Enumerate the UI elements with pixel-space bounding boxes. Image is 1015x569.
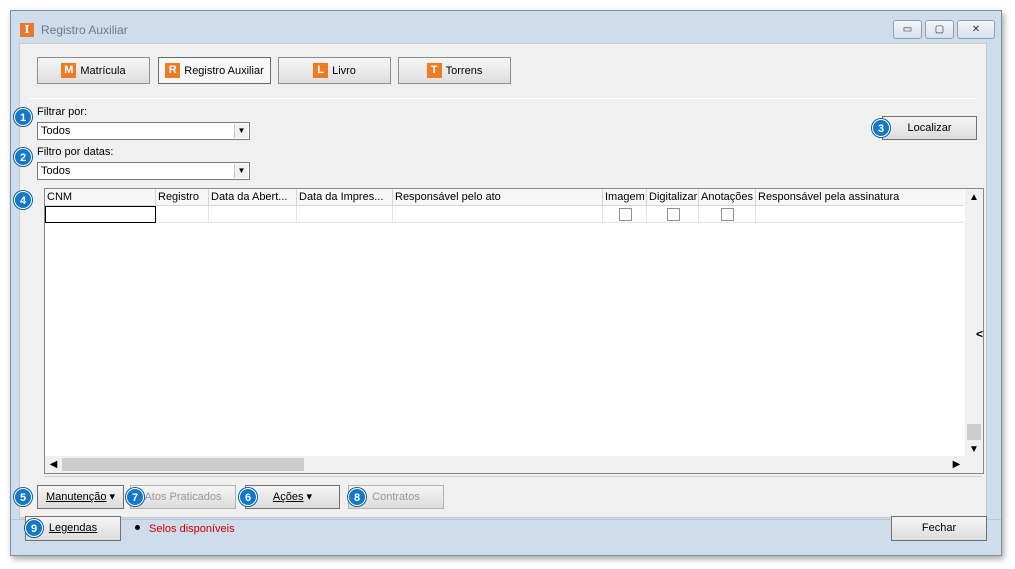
title-bar[interactable]: I Registro Auxiliar ▭ ▢ ✕ [11, 11, 1001, 43]
cnm-cell[interactable] [45, 206, 156, 223]
footer-divider [11, 519, 1001, 520]
data-impressao-cell[interactable] [297, 206, 393, 223]
responsavel-ato-cell[interactable] [393, 206, 603, 223]
close-button[interactable]: ✕ [957, 20, 995, 39]
column-header-imagem[interactable]: Imagem [603, 189, 647, 206]
callout-badge-3: 3 [872, 119, 890, 137]
callout-badge-6: 6 [239, 488, 257, 506]
column-header-registro[interactable]: Registro [156, 189, 209, 206]
fechar-label: Fechar [921, 522, 957, 534]
matricula-icon: M [61, 63, 77, 78]
client-area: M Matrícula R Registro Auxiliar L Livro … [14, 43, 987, 518]
livro-icon: L [313, 63, 329, 78]
torrens-icon: T [426, 63, 442, 78]
tab-label: Matrícula [80, 64, 126, 77]
scroll-right-icon[interactable]: ▶ [948, 456, 965, 473]
column-header-anotacoes[interactable]: Anotações [699, 189, 756, 206]
filtro-por-datas-label: Filtro por datas: [37, 146, 114, 158]
tab-matricula[interactable]: M Matrícula [37, 57, 150, 84]
registro-auxiliar-icon: R [165, 63, 181, 78]
digitalizar-checkbox[interactable] [666, 208, 680, 221]
filtrar-por-select[interactable]: Todos ▼ [37, 122, 250, 140]
anotacoes-checkbox[interactable] [721, 208, 734, 221]
responsavel-assinatura-cell[interactable] [756, 206, 964, 223]
scroll-left-icon[interactable]: ◀ [45, 456, 62, 473]
callout-badge-5: 5 [14, 488, 32, 506]
manutencao-button[interactable]: Manutenção ▾ [37, 485, 124, 509]
minimize-button[interactable]: ▭ [893, 20, 922, 39]
filtro-por-datas-value: Todos [41, 165, 71, 177]
column-header-data-impressao[interactable]: Data da Impres... [297, 189, 393, 206]
window-title: Registro Auxiliar [41, 23, 128, 37]
registro-auxiliar-window: I Registro Auxiliar ▭ ▢ ✕ M Matrícula R … [10, 10, 1002, 556]
registro-cell[interactable] [156, 206, 209, 223]
vertical-scrollbar[interactable]: ▲ ▼ [965, 189, 983, 458]
acoes-label: Ações [272, 491, 304, 503]
tab-label: Livro [332, 64, 356, 77]
atos-praticados-label: Atos Praticados [144, 491, 222, 503]
column-header-cnm[interactable]: CNM [45, 189, 156, 206]
tab-torrens[interactable]: T Torrens [398, 57, 511, 84]
column-header-digitalizar[interactable]: Digitalizar [647, 189, 699, 206]
collapse-panel-icon[interactable]: < [976, 327, 983, 341]
imagem-cell [603, 206, 647, 223]
fechar-button[interactable]: Fechar [891, 516, 987, 541]
data-abertura-cell[interactable] [209, 206, 297, 223]
records-grid[interactable]: CNM Registro Data da Abert... Data da Im… [44, 188, 984, 474]
bullet-icon [135, 525, 140, 530]
tab-registro-auxiliar[interactable]: R Registro Auxiliar [158, 57, 271, 84]
app-icon: I [20, 23, 34, 37]
legendas-label: Legendas [48, 522, 98, 534]
callout-badge-8: 8 [348, 488, 366, 506]
selos-disponiveis-text: Selos disponíveis [149, 523, 235, 535]
table-row[interactable] [45, 206, 964, 223]
column-header-data-abertura[interactable]: Data da Abert... [209, 189, 297, 206]
callout-badge-9: 9 [25, 519, 43, 537]
tabs-divider [29, 98, 977, 99]
column-header-responsavel-assinatura[interactable]: Responsável pela assinatura [756, 189, 964, 206]
vertical-scroll-thumb[interactable] [967, 424, 981, 440]
scroll-up-icon[interactable]: ▲ [965, 189, 983, 206]
column-header-responsavel-ato[interactable]: Responsável pelo ato [393, 189, 603, 206]
maximize-button[interactable]: ▢ [925, 20, 954, 39]
contratos-label: Contratos [372, 491, 420, 503]
callout-badge-4: 4 [14, 191, 32, 209]
anotacoes-cell [699, 206, 756, 223]
filtrar-por-label: Filtrar por: [37, 106, 88, 118]
actions-divider [44, 476, 982, 477]
tab-livro[interactable]: L Livro [278, 57, 391, 84]
horizontal-scroll-thumb[interactable] [62, 458, 304, 471]
tab-label: Registro Auxiliar [184, 64, 264, 77]
callout-badge-1: 1 [14, 108, 32, 126]
atos-praticados-button[interactable]: Atos Praticados [130, 485, 236, 509]
acoes-button[interactable]: Ações ▾ [245, 485, 340, 509]
manutencao-label: Manutenção [45, 491, 107, 503]
localizar-button[interactable]: Localizar [882, 116, 977, 140]
digitalizar-cell [647, 206, 699, 223]
callout-badge-7: 7 [126, 488, 144, 506]
tab-label: Torrens [445, 64, 483, 77]
imagem-checkbox[interactable] [618, 208, 632, 221]
horizontal-scrollbar[interactable]: ◀ ▶ [45, 456, 983, 473]
chevron-down-icon[interactable]: ▼ [234, 164, 248, 178]
localizar-label: Localizar [907, 122, 952, 134]
callout-badge-2: 2 [14, 148, 32, 166]
grid-header: CNM Registro Data da Abert... Data da Im… [45, 189, 964, 206]
chevron-down-icon[interactable]: ▼ [234, 124, 248, 138]
filtro-por-datas-select[interactable]: Todos ▼ [37, 162, 250, 180]
filtrar-por-value: Todos [41, 125, 71, 137]
